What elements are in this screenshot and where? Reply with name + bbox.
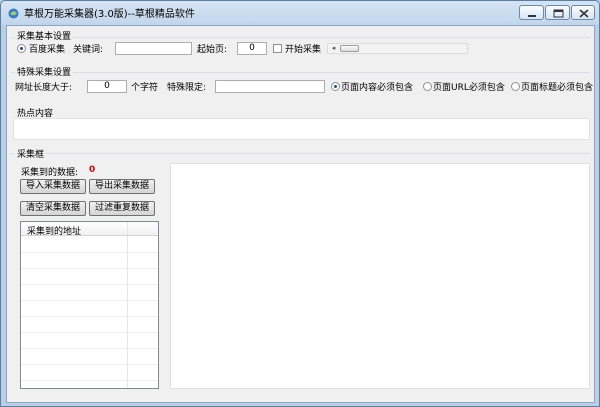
basic-group-border bbox=[11, 37, 590, 38]
list-header: 采集到的地址 bbox=[21, 222, 158, 237]
start-collect-label: 开始采集 bbox=[285, 45, 322, 55]
clear-data-button[interactable]: 清空采集数据 bbox=[20, 201, 86, 216]
maximize-button[interactable] bbox=[545, 5, 570, 20]
hot-content-textbox[interactable] bbox=[13, 118, 590, 140]
url-length-label: 网址长度大于: bbox=[15, 83, 73, 93]
list-row bbox=[21, 300, 158, 301]
column-separator bbox=[127, 222, 128, 235]
title-must-contain-radio[interactable] bbox=[511, 82, 520, 91]
column-grid-line bbox=[127, 236, 128, 388]
start-collect-checkbox[interactable] bbox=[273, 44, 282, 53]
collect-group-border bbox=[11, 153, 590, 154]
baidu-radio[interactable] bbox=[17, 44, 26, 53]
collected-url-column-header[interactable]: 采集到的地址 bbox=[27, 224, 81, 237]
close-button[interactable] bbox=[571, 5, 595, 20]
url-length-input[interactable]: 0 bbox=[87, 80, 127, 93]
char-unit-label: 个字符 bbox=[131, 83, 159, 93]
list-row bbox=[21, 316, 158, 317]
url-must-contain-radio[interactable] bbox=[423, 82, 432, 91]
collected-count-value: 0 bbox=[89, 165, 96, 175]
horizontal-scrollbar[interactable]: ◂ bbox=[327, 43, 468, 54]
list-row bbox=[21, 252, 158, 253]
scroll-thumb[interactable] bbox=[340, 45, 359, 52]
collected-content-area[interactable] bbox=[170, 163, 590, 389]
minimize-icon bbox=[528, 15, 536, 17]
window-title: 草根万能采集器(3.0版)--草根精品软件 bbox=[24, 9, 195, 20]
maximize-icon bbox=[553, 9, 564, 18]
collect-group-title: 采集框 bbox=[15, 147, 47, 160]
minimize-button[interactable] bbox=[519, 5, 544, 20]
content-must-contain-radio[interactable] bbox=[331, 82, 340, 91]
special-limit-input[interactable] bbox=[215, 80, 325, 93]
title-must-contain-label: 页面标题必须包含 bbox=[521, 83, 594, 93]
keyword-input[interactable] bbox=[115, 42, 192, 55]
list-row bbox=[21, 380, 158, 381]
special-group-title: 特殊采集设置 bbox=[15, 65, 74, 78]
title-bar[interactable]: 草根万能采集器(3.0版)--草根精品软件 bbox=[1, 1, 599, 25]
basic-group-title: 采集基本设置 bbox=[15, 29, 74, 42]
collected-count-label: 采集到的数据: bbox=[21, 168, 79, 178]
app-window: 草根万能采集器(3.0版)--草根精品软件 采集基本设置 百度采集 关键词: 起… bbox=[0, 0, 600, 407]
start-page-input[interactable]: 0 bbox=[237, 42, 267, 55]
keyword-label: 关键词: bbox=[73, 45, 104, 55]
content-must-contain-label: 页面内容必须包含 bbox=[341, 83, 414, 93]
list-row bbox=[21, 348, 158, 349]
collected-urls-list[interactable]: 采集到的地址 bbox=[20, 221, 159, 389]
app-icon bbox=[8, 8, 19, 19]
import-data-button[interactable]: 导入采集数据 bbox=[20, 179, 86, 194]
special-limit-label: 特殊限定: bbox=[167, 83, 207, 93]
special-group-border bbox=[11, 72, 590, 73]
list-row bbox=[21, 268, 158, 269]
close-icon bbox=[579, 9, 589, 18]
main-panel: 采集基本设置 百度采集 关键词: 起始页: 0 开始采集 ◂ 特殊采集设置 网址… bbox=[6, 25, 595, 403]
list-row bbox=[21, 284, 158, 285]
export-data-button[interactable]: 导出采集数据 bbox=[89, 179, 155, 194]
baidu-radio-label: 百度采集 bbox=[29, 45, 66, 55]
scroll-left-arrow-icon[interactable]: ◂ bbox=[328, 44, 339, 53]
filter-duplicates-button[interactable]: 过滤重复数据 bbox=[89, 201, 155, 216]
start-page-label: 起始页: bbox=[197, 45, 228, 55]
list-row bbox=[21, 332, 158, 333]
url-must-contain-label: 页面URL必须包含 bbox=[433, 83, 505, 93]
list-row bbox=[21, 364, 158, 365]
